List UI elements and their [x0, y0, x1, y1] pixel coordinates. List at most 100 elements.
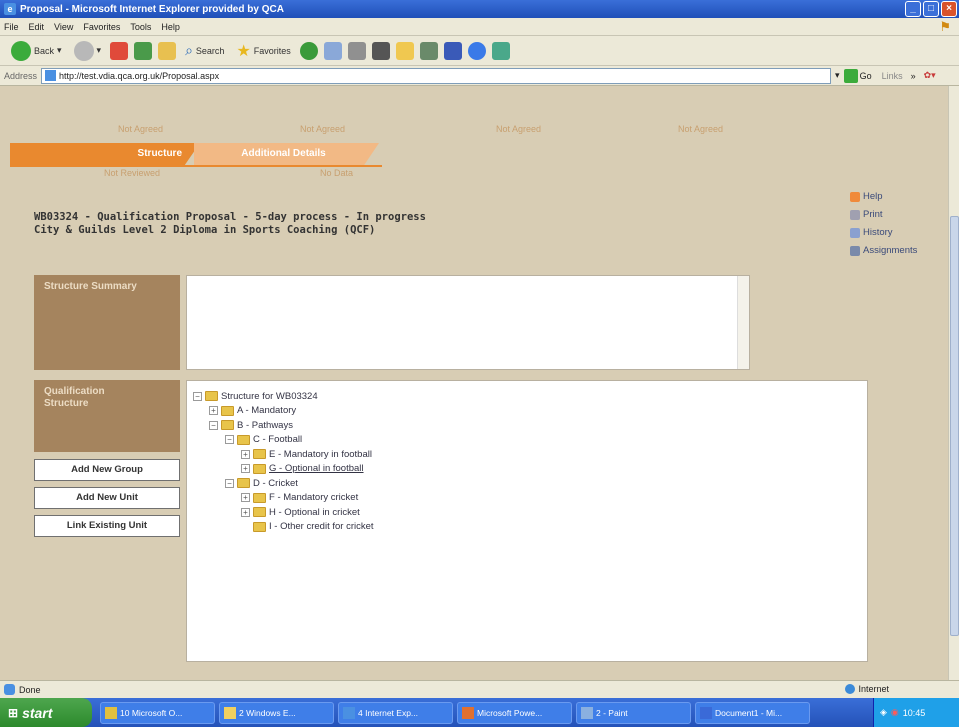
- clock[interactable]: 10:45: [903, 708, 926, 718]
- folder-icon: [253, 463, 266, 474]
- bluetooth-icon[interactable]: [467, 41, 486, 60]
- tree-node-i[interactable]: I - Other credit for cricket: [193, 520, 861, 535]
- tool-extra-icon[interactable]: [491, 41, 510, 60]
- windows-logo-icon: ⊞: [8, 705, 19, 720]
- close-icon[interactable]: ×: [941, 1, 957, 17]
- taskbar-item[interactable]: Microsoft Powe...: [457, 701, 572, 724]
- back-button[interactable]: Back ▾: [8, 40, 65, 62]
- refresh-icon[interactable]: [134, 41, 153, 60]
- tree-node-label: C - Football: [253, 434, 303, 446]
- tree-node-g[interactable]: + G - Optional in football: [193, 462, 861, 477]
- folder-icon: [253, 507, 266, 518]
- expand-icon[interactable]: +: [241, 507, 250, 517]
- links-label[interactable]: Links: [882, 71, 903, 81]
- folder-icon[interactable]: [395, 41, 414, 60]
- tree-node-e[interactable]: + E - Mandatory in football: [193, 447, 861, 462]
- start-button[interactable]: ⊞ start: [0, 698, 92, 727]
- print-link[interactable]: Print: [850, 206, 917, 224]
- ie-logo-icon: e: [4, 3, 16, 15]
- research-icon[interactable]: [419, 41, 438, 60]
- collapse-icon[interactable]: −: [225, 478, 234, 488]
- links-chevron-icon[interactable]: »: [911, 71, 916, 81]
- tree-node-h[interactable]: + H - Optional in cricket: [193, 505, 861, 520]
- favorites-button[interactable]: ★ Favorites: [233, 40, 293, 62]
- page-icon: [45, 70, 57, 81]
- tree-node-label: A - Mandatory: [237, 405, 297, 417]
- taskbar-tasks: 10 Microsoft O... 2 Windows E... 4 Inter…: [100, 701, 810, 724]
- tree-node-label: D - Cricket: [253, 477, 298, 489]
- tab-structure[interactable]: Structure: [10, 143, 200, 165]
- mail-icon[interactable]: [323, 41, 342, 60]
- tree-node-a[interactable]: + A - Mandatory: [193, 404, 861, 419]
- menu-bar: File Edit View Favorites Tools Help ⚑: [0, 18, 959, 36]
- print-icon[interactable]: [347, 41, 366, 60]
- tree-node-b[interactable]: − B - Pathways: [193, 418, 861, 433]
- folder-icon: [205, 391, 218, 402]
- address-bar: Address http://test.vdia.qca.org.uk/Prop…: [0, 66, 959, 86]
- address-dropdown-icon[interactable]: ▾: [835, 70, 840, 81]
- summary-scrollbar[interactable]: [737, 276, 749, 369]
- assignments-link[interactable]: Assignments: [850, 242, 917, 260]
- forward-button[interactable]: ▾: [71, 40, 105, 62]
- menu-view[interactable]: View: [54, 22, 73, 32]
- maximize-icon[interactable]: □: [923, 1, 939, 17]
- tree-node-label: G - Optional in football: [269, 463, 364, 475]
- history-link[interactable]: History: [850, 224, 917, 242]
- network-icon[interactable]: ◈: [880, 707, 887, 718]
- step-status-bottom: Not Reviewed No Data: [0, 168, 948, 182]
- collapse-icon[interactable]: −: [209, 420, 218, 430]
- taskbar-item[interactable]: Document1 - Mi...: [695, 701, 810, 724]
- menu-file[interactable]: File: [4, 22, 19, 32]
- tab-additional-details[interactable]: Additional Details: [194, 143, 379, 165]
- taskbar-item[interactable]: 10 Microsoft O...: [100, 701, 215, 724]
- history-icon[interactable]: [299, 41, 318, 60]
- structure-summary-textarea[interactable]: [186, 275, 750, 370]
- task-label: 4 Internet Exp...: [358, 707, 419, 718]
- menu-edit[interactable]: Edit: [29, 22, 45, 32]
- expand-icon[interactable]: +: [241, 493, 250, 503]
- forward-arrow-icon: [73, 40, 94, 61]
- taskbar-item[interactable]: 4 Internet Exp...: [338, 701, 453, 724]
- tree-node-c[interactable]: − C - Football: [193, 433, 861, 448]
- tree-node-f[interactable]: + F - Mandatory cricket: [193, 491, 861, 506]
- taskbar-item[interactable]: 2 Windows E...: [219, 701, 334, 724]
- taskbar-item[interactable]: 2 - Paint: [576, 701, 691, 724]
- tree-node-label: B - Pathways: [237, 419, 293, 431]
- address-label: Address: [4, 70, 38, 81]
- minimize-icon[interactable]: _: [905, 1, 921, 17]
- folder-icon: [253, 521, 266, 532]
- expand-icon[interactable]: +: [241, 449, 250, 459]
- stop-icon[interactable]: [110, 41, 129, 60]
- menu-help[interactable]: Help: [161, 22, 180, 32]
- expand-icon[interactable]: +: [241, 464, 250, 474]
- page-scrollbar[interactable]: [948, 86, 959, 680]
- task-label: 2 Windows E...: [239, 707, 296, 718]
- add-new-group-button[interactable]: Add New Group: [34, 459, 180, 481]
- edit-icon[interactable]: [371, 41, 390, 60]
- help-link[interactable]: Help: [850, 188, 917, 206]
- collapse-icon[interactable]: −: [225, 435, 234, 445]
- home-icon[interactable]: [158, 41, 177, 60]
- menu-tools[interactable]: Tools: [130, 22, 151, 32]
- link-existing-unit-button[interactable]: Link Existing Unit: [34, 515, 180, 537]
- tree-node-root[interactable]: − Structure for WB03324: [193, 389, 861, 404]
- search-button[interactable]: ⌕ Search: [182, 40, 227, 62]
- expand-icon[interactable]: +: [209, 406, 218, 416]
- menu-favorites[interactable]: Favorites: [83, 22, 120, 32]
- volume-icon[interactable]: ◉: [891, 707, 899, 718]
- tree-node-d[interactable]: − D - Cricket: [193, 476, 861, 491]
- zone-label: Internet: [858, 684, 889, 694]
- scroll-thumb[interactable]: [950, 216, 959, 636]
- toolbar-addon-icon[interactable]: ✿▾: [924, 70, 936, 81]
- messenger-icon[interactable]: [443, 41, 462, 60]
- history-label: History: [863, 227, 893, 238]
- collapse-icon[interactable]: −: [193, 391, 202, 401]
- folder-icon: [237, 478, 250, 489]
- qual-label-line2: Structure: [44, 398, 89, 409]
- add-new-unit-button[interactable]: Add New Unit: [34, 487, 180, 509]
- go-button[interactable]: Go: [843, 68, 872, 83]
- proposal-title: WB03324 - Qualification Proposal - 5-day…: [34, 211, 426, 223]
- address-input[interactable]: http://test.vdia.qca.org.uk/Proposal.asp…: [41, 67, 832, 84]
- office-icon: [105, 706, 117, 719]
